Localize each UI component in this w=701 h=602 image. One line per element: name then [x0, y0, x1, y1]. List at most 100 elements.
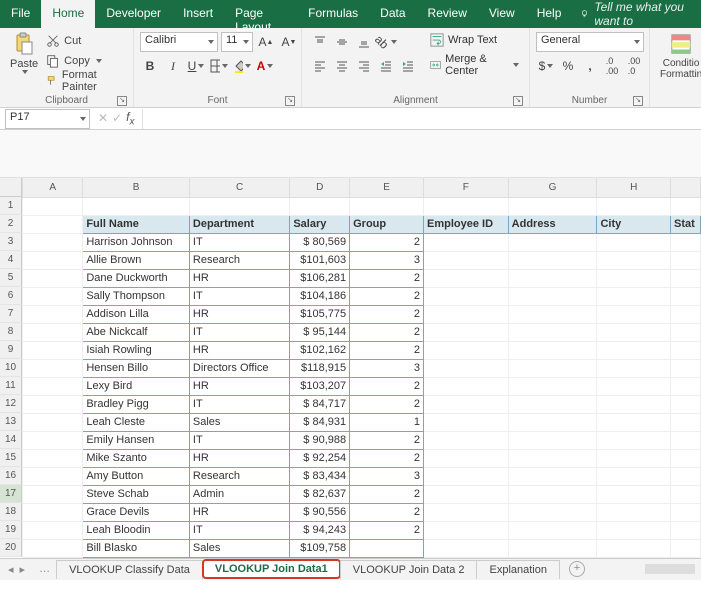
cell[interactable] — [597, 467, 671, 485]
cell[interactable] — [508, 269, 597, 287]
row-header[interactable]: 17 — [0, 485, 22, 503]
cell[interactable] — [597, 503, 671, 521]
row-header[interactable]: 10 — [0, 359, 22, 377]
cell[interactable]: HR — [189, 377, 289, 395]
cell[interactable]: $106,281 — [290, 269, 350, 287]
col-header-I[interactable] — [671, 178, 701, 197]
row-header[interactable]: 14 — [0, 431, 22, 449]
cell[interactable] — [671, 323, 701, 341]
cell[interactable] — [350, 197, 424, 215]
cell[interactable] — [508, 395, 597, 413]
percent-format-button[interactable]: % — [558, 56, 578, 76]
menu-tab-formulas[interactable]: Formulas — [297, 0, 369, 28]
menu-tab-view[interactable]: View — [478, 0, 526, 28]
cell[interactable]: $ 94,243 — [290, 521, 350, 539]
name-box[interactable]: P17 — [5, 109, 90, 129]
cell[interactable]: Sales — [189, 413, 289, 431]
cell[interactable] — [597, 413, 671, 431]
align-top-button[interactable] — [310, 32, 330, 52]
new-sheet-button[interactable]: + — [569, 561, 585, 577]
sheet-tab[interactable]: VLOOKUP Classify Data — [56, 560, 203, 579]
cell[interactable]: Bradley Pigg — [83, 395, 190, 413]
row-header[interactable]: 1 — [0, 197, 22, 215]
cell[interactable]: Addison Lilla — [83, 305, 190, 323]
row-header[interactable]: 18 — [0, 503, 22, 521]
row-header[interactable]: 9 — [0, 341, 22, 359]
cell[interactable] — [671, 197, 701, 215]
cell[interactable]: $ 83,434 — [290, 467, 350, 485]
cell[interactable] — [350, 539, 424, 557]
row-header[interactable]: 13 — [0, 413, 22, 431]
cell[interactable] — [597, 377, 671, 395]
cell[interactable]: Lexy Bird — [83, 377, 190, 395]
cell[interactable] — [424, 197, 509, 215]
cell[interactable]: Leah Bloodin — [83, 521, 190, 539]
horizontal-scrollbar[interactable] — [645, 564, 695, 574]
cell[interactable]: $ 90,988 — [290, 431, 350, 449]
cell[interactable]: Steve Schab — [83, 485, 190, 503]
cell[interactable]: IT — [189, 233, 289, 251]
cell[interactable] — [671, 431, 701, 449]
cell[interactable]: 2 — [350, 233, 424, 251]
cell[interactable] — [23, 269, 83, 287]
cell[interactable] — [424, 305, 509, 323]
merge-center-button[interactable]: Merge & Center — [426, 52, 523, 78]
cell[interactable] — [671, 233, 701, 251]
row-header[interactable]: 5 — [0, 269, 22, 287]
cell[interactable] — [424, 251, 509, 269]
cell[interactable] — [508, 449, 597, 467]
cell[interactable] — [83, 197, 190, 215]
cell[interactable] — [424, 413, 509, 431]
cell[interactable] — [671, 395, 701, 413]
cell[interactable]: 2 — [350, 305, 424, 323]
cell[interactable]: Hensen Billo — [83, 359, 190, 377]
tell-me-search[interactable]: Tell me what you want to — [572, 0, 701, 28]
cell[interactable] — [23, 197, 83, 215]
cell[interactable] — [23, 251, 83, 269]
cell[interactable]: City — [597, 215, 671, 233]
cell[interactable]: $101,603 — [290, 251, 350, 269]
cell[interactable]: Address — [508, 215, 597, 233]
cell[interactable]: Amy Button — [83, 467, 190, 485]
cell[interactable] — [424, 485, 509, 503]
cell[interactable] — [23, 539, 83, 557]
fx-icon[interactable]: fx — [126, 110, 134, 127]
menu-tab-pagelayout[interactable]: Page Layout — [224, 0, 297, 28]
col-header-E[interactable]: E — [350, 178, 424, 197]
cell[interactable] — [23, 395, 83, 413]
cell[interactable]: HR — [189, 305, 289, 323]
increase-indent-button[interactable] — [398, 56, 418, 76]
cell[interactable]: Isiah Rowling — [83, 341, 190, 359]
dialog-launcher-icon[interactable]: ↘ — [117, 96, 127, 106]
menu-tab-insert[interactable]: Insert — [172, 0, 224, 28]
cell[interactable]: HR — [189, 269, 289, 287]
cell[interactable] — [508, 431, 597, 449]
cell[interactable]: 2 — [350, 269, 424, 287]
cell[interactable] — [597, 449, 671, 467]
cell[interactable]: Directors Office — [189, 359, 289, 377]
row-header[interactable]: 15 — [0, 449, 22, 467]
cell[interactable]: Sally Thompson — [83, 287, 190, 305]
number-format-select[interactable]: General — [536, 32, 644, 52]
cell[interactable] — [23, 467, 83, 485]
cell[interactable] — [597, 485, 671, 503]
wrap-text-button[interactable]: Wrap Text — [426, 32, 523, 48]
paste-button[interactable]: Paste — [6, 30, 42, 76]
cell[interactable] — [508, 359, 597, 377]
cell[interactable] — [508, 539, 597, 557]
cell[interactable] — [508, 305, 597, 323]
cell[interactable]: 2 — [350, 287, 424, 305]
cell[interactable]: $104,186 — [290, 287, 350, 305]
col-header-G[interactable]: G — [508, 178, 597, 197]
bold-button[interactable]: B — [140, 56, 160, 76]
cell[interactable] — [671, 287, 701, 305]
cell[interactable] — [23, 323, 83, 341]
cell[interactable] — [424, 503, 509, 521]
fill-color-button[interactable] — [232, 56, 252, 76]
cell[interactable] — [508, 287, 597, 305]
dialog-launcher-icon[interactable]: ↘ — [513, 96, 523, 106]
col-header-B[interactable]: B — [83, 178, 190, 197]
cell[interactable]: 2 — [350, 485, 424, 503]
cell[interactable] — [508, 197, 597, 215]
cell[interactable] — [671, 521, 701, 539]
